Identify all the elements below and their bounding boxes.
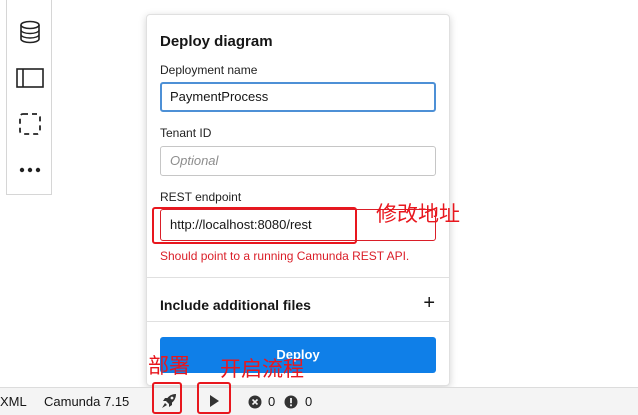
warning-count: 0 [305, 394, 313, 409]
status-bar: XML Camunda 7.15 0 0 [0, 387, 638, 415]
pool-icon [16, 68, 44, 88]
endpoint-highlight [152, 207, 357, 244]
deploy-highlight [152, 382, 182, 414]
additional-files-label[interactable]: Include additional files [160, 297, 311, 313]
warning-icon[interactable] [284, 395, 298, 413]
start-process-annotation: 开启流程 [220, 358, 304, 381]
panel-title: Deploy diagram [160, 33, 273, 50]
error-icon[interactable] [248, 395, 262, 413]
more-tools[interactable] [7, 150, 53, 190]
deploy-panel: Deploy diagram Deployment name PaymentPr… [146, 14, 450, 386]
engine-version[interactable]: Camunda 7.15 [44, 394, 129, 410]
group-icon [18, 112, 42, 136]
start-highlight [197, 382, 231, 414]
plus-icon[interactable]: + [423, 292, 435, 314]
divider [147, 321, 449, 322]
data-store-tool[interactable] [7, 12, 53, 52]
deploy-annotation: 部署 [148, 355, 190, 378]
rest-endpoint-error: Should point to a running Camunda REST A… [160, 249, 410, 263]
error-count: 0 [268, 394, 276, 409]
tenant-id-input[interactable]: Optional [160, 146, 436, 176]
database-icon [19, 20, 41, 44]
deployment-name-input[interactable]: PaymentProcess [160, 82, 436, 112]
divider [147, 277, 449, 278]
rest-endpoint-label: REST endpoint [160, 190, 242, 204]
tenant-id-label: Tenant ID [160, 126, 212, 140]
more-icon [19, 167, 41, 173]
endpoint-annotation: 修改地址 [376, 203, 460, 226]
tool-palette [6, 0, 52, 195]
deployment-name-label: Deployment name [160, 63, 258, 77]
group-tool[interactable] [7, 104, 53, 144]
pool-tool[interactable] [7, 58, 53, 98]
xml-tab[interactable]: XML [0, 394, 27, 410]
